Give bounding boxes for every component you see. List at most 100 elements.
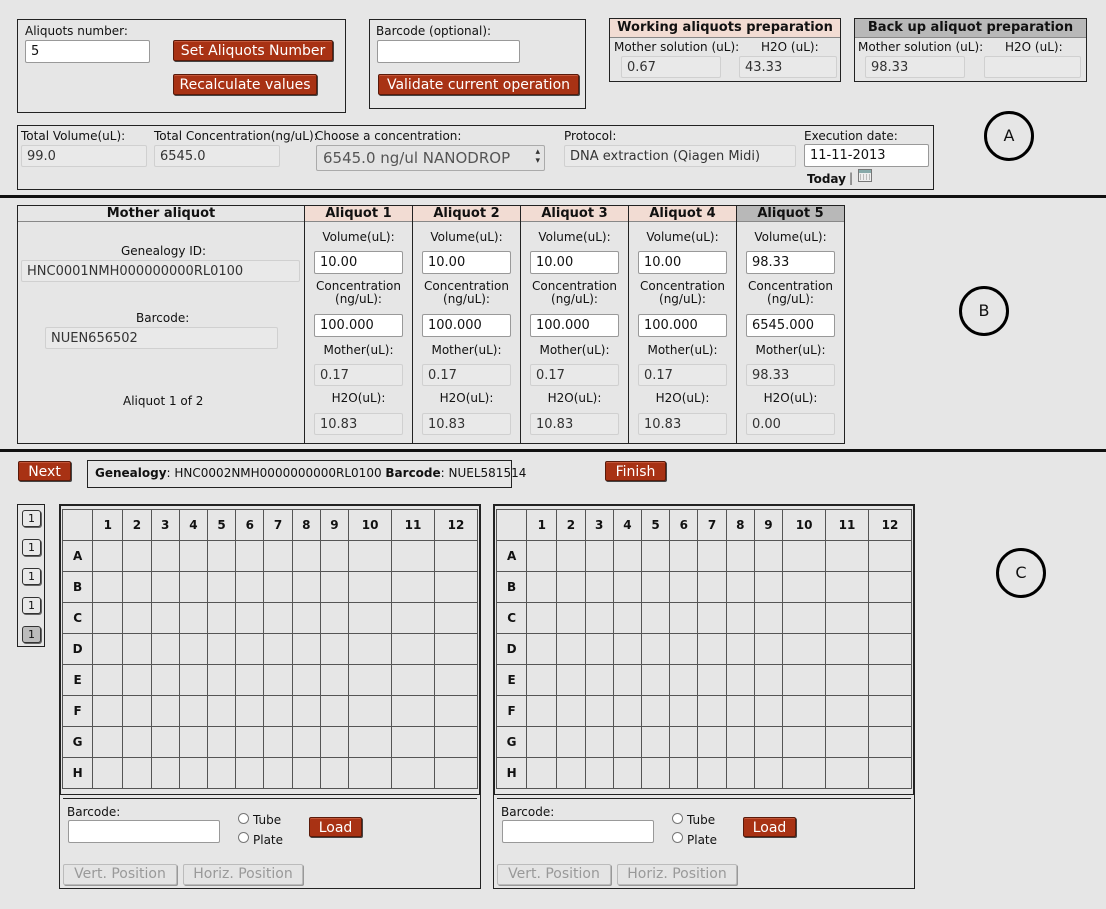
plate-well[interactable] [782,757,827,789]
plate-well[interactable] [640,757,671,789]
plate-well[interactable] [584,571,614,603]
plate-well[interactable] [868,664,912,696]
plate-well[interactable] [178,571,209,603]
concentration-select[interactable]: 6545.0 ng/ul NANODROP ▴ ▾ [316,145,545,171]
plate-well[interactable] [319,664,350,696]
plate-well[interactable] [782,540,827,572]
plate-well[interactable] [434,602,478,634]
aliquot-5-volume-input[interactable]: 98.33 [746,251,835,274]
plate-well[interactable] [150,571,180,603]
plate-well[interactable] [263,695,293,727]
plate-well[interactable] [434,757,478,789]
plate-well[interactable] [263,571,293,603]
plate-well[interactable] [825,726,869,758]
plate-1-tube-radio[interactable] [238,813,249,824]
plate-well[interactable] [348,726,393,758]
plate-well[interactable] [612,664,643,696]
plate-well[interactable] [92,540,124,572]
plate-well[interactable] [556,602,586,634]
plate-well[interactable] [178,664,209,696]
plate-well[interactable] [584,726,614,758]
plate-well[interactable] [391,695,435,727]
plate-well[interactable] [92,664,124,696]
plate-well[interactable] [348,540,393,572]
plate-well[interactable] [434,664,478,696]
plate-well[interactable] [612,540,643,572]
plate-well[interactable] [868,571,912,603]
aliquot-5-concentration-input[interactable]: 6545.000 [746,314,835,337]
plate-well[interactable] [263,757,293,789]
plate-well[interactable] [319,571,350,603]
plate-well[interactable] [178,695,209,727]
validate-operation-button[interactable]: Validate current operation [378,74,579,95]
plate-well[interactable] [92,757,124,789]
plate-well[interactable] [556,664,586,696]
plate-well[interactable] [319,540,350,572]
today-link[interactable]: Today [807,172,846,186]
plate-well[interactable] [556,726,586,758]
plate-well[interactable] [782,633,827,665]
plate-well[interactable] [669,664,699,696]
plate-well[interactable] [556,757,586,789]
plate-2-plate-radio[interactable] [672,832,683,843]
plate-well[interactable] [348,695,393,727]
plate-well[interactable] [725,633,755,665]
plate-well[interactable] [235,571,265,603]
plate-well[interactable] [206,540,237,572]
plate-well[interactable] [526,726,558,758]
aliquot-2-volume-input[interactable]: 10.00 [422,251,511,274]
plate-well[interactable] [753,757,784,789]
plate-well[interactable] [868,602,912,634]
plate-2-tube-radio[interactable] [672,813,683,824]
plate-tab-2[interactable]: 1 [22,539,41,556]
aliquots-number-input[interactable]: 5 [25,40,150,63]
plate-well[interactable] [868,633,912,665]
aliquot-1-concentration-input[interactable]: 100.000 [314,314,403,337]
plate-well[interactable] [92,602,124,634]
plate-well[interactable] [391,757,435,789]
plate-well[interactable] [434,695,478,727]
plate-tab-1[interactable]: 1 [22,510,41,527]
plate-well[interactable] [319,695,350,727]
plate-well[interactable] [825,633,869,665]
plate-well[interactable] [612,633,643,665]
plate-well[interactable] [640,602,671,634]
aliquot-3-concentration-input[interactable]: 100.000 [530,314,619,337]
plate-well[interactable] [235,726,265,758]
plate-well[interactable] [584,540,614,572]
plate-well[interactable] [825,664,869,696]
plate-well[interactable] [825,571,869,603]
plate-well[interactable] [782,602,827,634]
plate-well[interactable] [291,726,321,758]
plate-1-vert-position-button[interactable]: Vert. Position [63,864,177,885]
plate-well[interactable] [526,571,558,603]
plate-well[interactable] [725,571,755,603]
plate-1-barcode-input[interactable] [68,820,220,843]
plate-well[interactable] [434,571,478,603]
plate-well[interactable] [669,540,699,572]
plate-well[interactable] [391,726,435,758]
plate-well[interactable] [669,726,699,758]
plate-well[interactable] [753,664,784,696]
plate-well[interactable] [669,757,699,789]
recalculate-values-button[interactable]: Recalculate values [173,74,317,95]
plate-well[interactable] [556,571,586,603]
aliquot-2-concentration-input[interactable]: 100.000 [422,314,511,337]
plate-well[interactable] [263,664,293,696]
plate-well[interactable] [640,540,671,572]
plate-well[interactable] [640,695,671,727]
plate-well[interactable] [122,602,152,634]
plate-well[interactable] [206,602,237,634]
plate-well[interactable] [825,602,869,634]
plate-well[interactable] [319,757,350,789]
plate-well[interactable] [291,664,321,696]
plate-well[interactable] [235,757,265,789]
barcode-optional-input[interactable] [377,40,520,63]
plate-well[interactable] [235,540,265,572]
plate-well[interactable] [753,633,784,665]
plate-2-horiz-position-button[interactable]: Horiz. Position [617,864,737,885]
plate-well[interactable] [178,757,209,789]
plate-well[interactable] [235,664,265,696]
plate-well[interactable] [526,540,558,572]
plate-well[interactable] [612,757,643,789]
